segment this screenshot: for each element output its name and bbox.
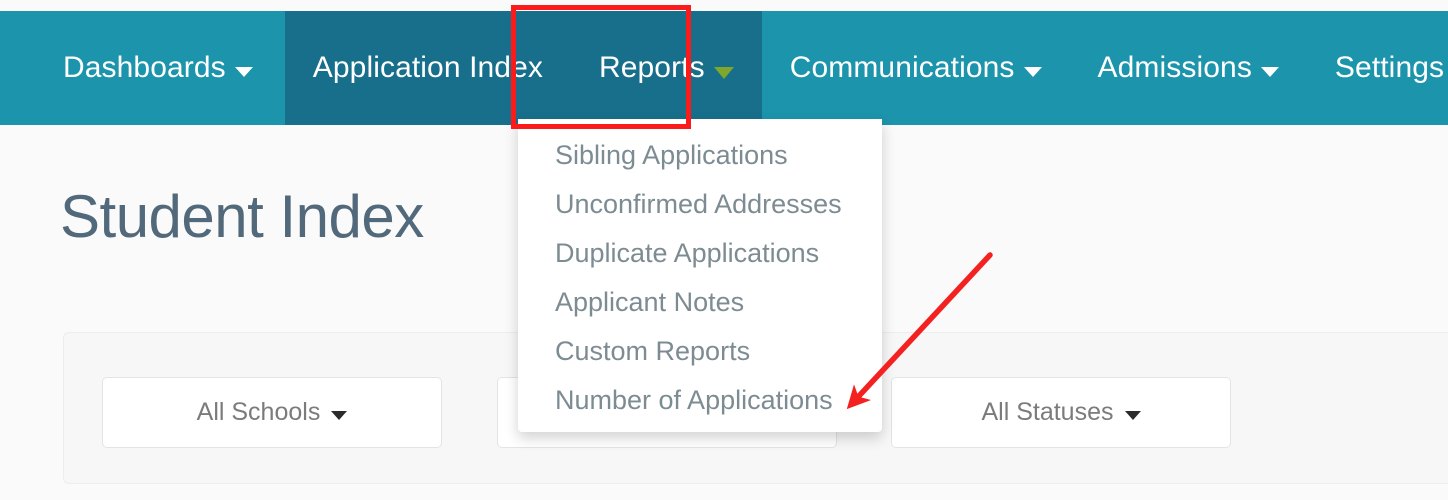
nav-item-admissions[interactable]: Admissions	[1070, 11, 1307, 125]
nav-item-dashboards[interactable]: Dashboards	[0, 11, 285, 125]
dropdown-item-custom-reports[interactable]: Custom Reports	[518, 327, 882, 376]
chevron-down-icon	[1260, 67, 1279, 77]
top-strip	[0, 0, 1448, 11]
dropdown-item-number-of-applications[interactable]: Number of Applications	[518, 376, 882, 425]
nav-item-application-index-label: Application Index	[312, 51, 543, 84]
nav-item-admissions-label: Admissions	[1097, 51, 1252, 84]
dropdown-item-unconfirmed-addresses[interactable]: Unconfirmed Addresses	[518, 180, 882, 229]
nav-item-dashboards-label: Dashboards	[63, 51, 226, 84]
navbar-items: Dashboards Application Index Reports Com…	[0, 11, 1448, 125]
nav-item-settings[interactable]: Settings	[1307, 11, 1448, 125]
nav-item-communications[interactable]: Communications	[762, 11, 1070, 125]
dropdown-item-duplicate-applications[interactable]: Duplicate Applications	[518, 229, 882, 278]
chevron-down-icon	[234, 67, 253, 77]
nav-item-application-index[interactable]: Application Index	[284, 11, 571, 125]
reports-dropdown-menu: Sibling Applications Unconfirmed Address…	[518, 119, 882, 432]
filter-all-schools[interactable]: All Schools	[102, 377, 442, 448]
nav-item-reports[interactable]: Reports	[570, 11, 762, 125]
chevron-down-icon	[1124, 411, 1141, 420]
nav-item-communications-label: Communications	[789, 51, 1015, 84]
nav-item-settings-label: Settings	[1334, 51, 1445, 84]
chevron-down-icon	[331, 411, 348, 420]
dropdown-item-applicant-notes[interactable]: Applicant Notes	[518, 278, 882, 327]
chevron-down-icon	[1023, 67, 1042, 77]
filter-all-statuses[interactable]: All Statuses	[891, 377, 1231, 448]
page-title: Student Index	[60, 183, 424, 250]
filter-all-schools-label: All Schools	[196, 398, 321, 426]
chevron-down-icon	[713, 67, 734, 79]
filter-all-statuses-label: All Statuses	[981, 398, 1114, 426]
dropdown-item-sibling-applications[interactable]: Sibling Applications	[518, 131, 882, 180]
nav-item-reports-label: Reports	[598, 51, 705, 84]
main-navbar: Dashboards Application Index Reports Com…	[0, 11, 1448, 125]
